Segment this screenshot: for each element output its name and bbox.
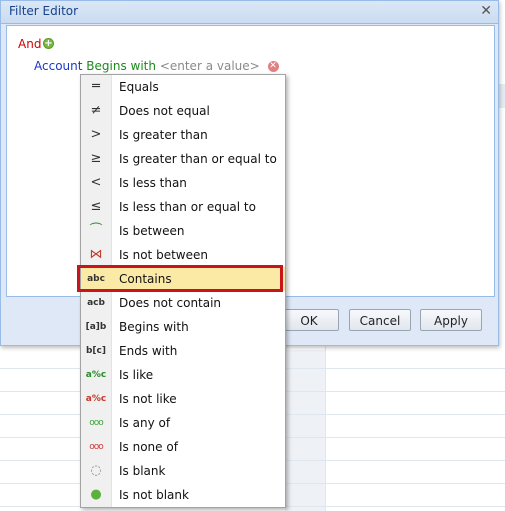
not-between-icon: ⋈	[89, 247, 103, 262]
menu-item-label: Is not between	[119, 248, 208, 262]
not-blank-icon: ●	[90, 487, 102, 502]
operator-menu: ═ Equals ≠ Does not equal > Is greater t…	[80, 74, 286, 508]
menu-item-is-not-like[interactable]: a%c Is not like	[81, 387, 285, 411]
less-than-icon: <	[90, 175, 102, 190]
menu-item-begins-with[interactable]: [a]b Begins with	[81, 315, 285, 339]
add-condition-icon[interactable]: +	[43, 38, 54, 49]
menu-item-label: Is blank	[119, 464, 166, 478]
dialog-title: Filter Editor	[9, 4, 79, 18]
menu-item-any-of[interactable]: ooo Is any of	[81, 411, 285, 435]
ends-with-icon: b[c]	[85, 346, 106, 356]
not-like-icon: a%c	[85, 394, 107, 404]
contains-icon: abc	[81, 267, 111, 291]
apply-button[interactable]: Apply	[420, 309, 482, 331]
filter-condition: Account Begins with <enter a value> ✕	[34, 59, 279, 73]
remove-condition-icon[interactable]: ✕	[267, 61, 279, 72]
greater-than-icon: >	[90, 127, 102, 142]
menu-item-label: Is less than or equal to	[119, 200, 256, 214]
condition-field[interactable]: Account	[34, 59, 82, 73]
not-equal-icon: ≠	[90, 103, 102, 118]
between-icon: ⏜	[89, 223, 103, 238]
menu-item-label: Is any of	[119, 416, 171, 430]
menu-item-does-not-contain[interactable]: acb Does not contain	[81, 291, 285, 315]
menu-item-between[interactable]: ⏜ Is between	[81, 219, 285, 243]
menu-item-label: Is greater than or equal to	[119, 152, 277, 166]
menu-item-equals[interactable]: ═ Equals	[81, 75, 285, 99]
not-contains-icon: acb	[87, 298, 105, 308]
menu-item-ends-with[interactable]: b[c] Ends with	[81, 339, 285, 363]
dialog-header: Filter Editor ✕	[1, 1, 498, 24]
menu-item-label: Ends with	[119, 344, 178, 358]
menu-item-is-not-blank[interactable]: ● Is not blank	[81, 483, 285, 507]
menu-item-label: Is between	[119, 224, 185, 238]
none-of-icon: ooo	[89, 442, 104, 452]
greater-equal-icon: ≥	[90, 151, 102, 166]
menu-item-contains[interactable]: abc Contains	[81, 267, 285, 291]
cancel-button[interactable]: Cancel	[349, 309, 411, 331]
condition-value[interactable]: <enter a value>	[160, 59, 260, 73]
less-equal-icon: ≤	[90, 199, 102, 214]
grid-column-strip	[285, 350, 325, 511]
menu-item-label: Is less than	[119, 176, 187, 190]
menu-item-less-than[interactable]: < Is less than	[81, 171, 285, 195]
blank-icon: ◌	[90, 463, 102, 478]
menu-item-greater-than[interactable]: > Is greater than	[81, 123, 285, 147]
menu-item-label: Is greater than	[119, 128, 208, 142]
menu-item-is-blank[interactable]: ◌ Is blank	[81, 459, 285, 483]
menu-item-label: Begins with	[119, 320, 189, 334]
close-icon[interactable]: ✕	[480, 3, 492, 19]
menu-item-does-not-equal[interactable]: ≠ Does not equal	[81, 99, 285, 123]
menu-item-label: Is not blank	[119, 488, 189, 502]
is-like-icon: a%c	[85, 370, 107, 380]
menu-item-none-of[interactable]: ooo Is none of	[81, 435, 285, 459]
menu-item-label: Does not contain	[119, 296, 222, 310]
begins-with-icon: [a]b	[85, 322, 107, 332]
menu-item-label: Is none of	[119, 440, 178, 454]
menu-item-greater-equal[interactable]: ≥ Is greater than or equal to	[81, 147, 285, 171]
menu-item-label: Contains	[119, 272, 172, 286]
menu-item-label: Is not like	[119, 392, 177, 406]
menu-item-label: Equals	[119, 80, 159, 94]
ok-button[interactable]: OK	[279, 309, 339, 331]
menu-item-not-between[interactable]: ⋈ Is not between	[81, 243, 285, 267]
menu-item-label: Does not equal	[119, 104, 210, 118]
menu-item-less-equal[interactable]: ≤ Is less than or equal to	[81, 195, 285, 219]
menu-item-label: Is like	[119, 368, 154, 382]
condition-operator[interactable]: Begins with	[86, 59, 156, 73]
any-of-icon: ooo	[89, 418, 104, 428]
equals-icon: ═	[92, 79, 100, 94]
group-operator[interactable]: And	[18, 37, 41, 51]
menu-item-is-like[interactable]: a%c Is like	[81, 363, 285, 387]
